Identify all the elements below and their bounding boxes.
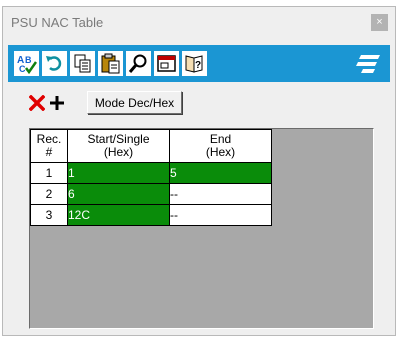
paste-button[interactable] <box>98 51 123 76</box>
add-icon[interactable] <box>49 95 65 111</box>
svg-text:B: B <box>25 55 32 65</box>
header-rec-line2: # <box>45 145 53 159</box>
window-icon <box>157 55 176 72</box>
end-cell[interactable]: -- <box>169 183 272 205</box>
spellcheck-button[interactable]: A B C <box>14 51 39 76</box>
paste-icon <box>101 53 120 74</box>
row-number[interactable]: 2 <box>30 183 68 205</box>
row-number[interactable]: 1 <box>30 162 68 184</box>
table-row[interactable]: 1 1 5 <box>30 162 272 184</box>
spellcheck-icon: A B C <box>17 55 37 74</box>
row-number[interactable]: 3 <box>30 204 68 226</box>
window-title: PSU NAC Table <box>11 15 104 30</box>
nac-grid[interactable]: Rec. # Start/Single (Hex) End (Hex) 1 1 … <box>29 128 374 329</box>
table-header-row: Rec. # Start/Single (Hex) End (Hex) <box>30 129 272 163</box>
search-button[interactable] <box>126 51 151 76</box>
toolbar: A B C ? <box>8 45 390 82</box>
delete-icon[interactable] <box>29 95 45 111</box>
window-button[interactable] <box>154 51 179 76</box>
header-start-line2: (Hex) <box>103 145 134 159</box>
search-icon <box>128 54 147 73</box>
svg-text:?: ? <box>195 60 201 71</box>
table-row[interactable]: 2 6 -- <box>30 183 272 205</box>
mode-dec-hex-button[interactable]: Mode Dec/Hex <box>87 91 182 114</box>
nac-table: Rec. # Start/Single (Hex) End (Hex) 1 1 … <box>30 129 272 226</box>
start-cell[interactable]: 12C <box>67 204 170 226</box>
title-bar[interactable]: PSU NAC Table × <box>3 7 395 37</box>
copy-icon <box>74 54 91 73</box>
undo-button[interactable] <box>42 51 67 76</box>
help-button[interactable]: ? <box>182 51 207 76</box>
start-cell[interactable]: 1 <box>67 162 170 184</box>
svg-text:C: C <box>19 64 26 74</box>
header-end-line2: (Hex) <box>205 145 236 159</box>
end-cell[interactable]: -- <box>169 204 272 226</box>
header-start-single[interactable]: Start/Single (Hex) <box>67 129 170 163</box>
start-cell[interactable]: 6 <box>67 183 170 205</box>
copy-button[interactable] <box>70 51 95 76</box>
header-end[interactable]: End (Hex) <box>169 129 272 163</box>
undo-icon <box>46 56 62 71</box>
help-icon: ? <box>185 55 203 73</box>
app-logo-icon <box>356 55 380 73</box>
header-rec[interactable]: Rec. # <box>30 129 68 163</box>
edit-row: Mode Dec/Hex <box>29 91 229 115</box>
end-cell[interactable]: 5 <box>169 162 272 184</box>
close-button[interactable]: × <box>371 14 388 31</box>
table-row[interactable]: 3 12C -- <box>30 204 272 226</box>
psu-nac-table-window: PSU NAC Table × A B C ? Mode Dec/Hex Rec… <box>2 6 396 336</box>
